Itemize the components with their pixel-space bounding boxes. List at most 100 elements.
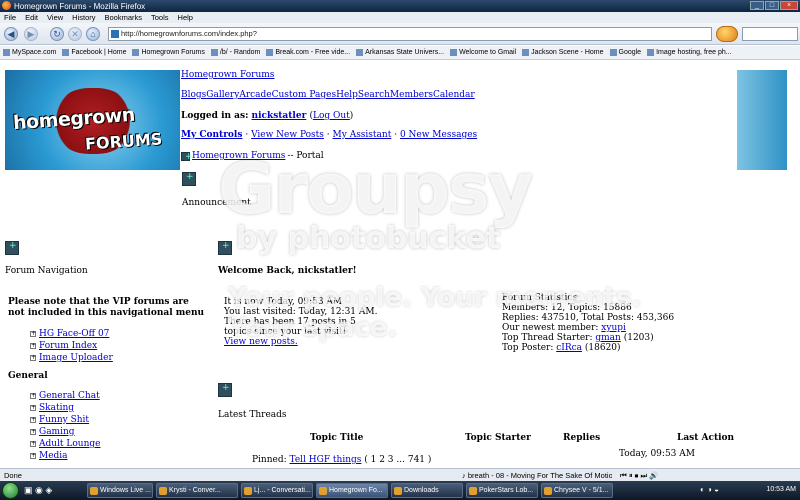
top-poster-link[interactable]: cIRca [556,343,582,353]
toggle-welcome-icon[interactable] [218,241,232,255]
list-item: + Funny Shit [30,415,101,425]
taskbar-item[interactable]: Windows Live ... [87,483,153,498]
link-gallery[interactable]: Gallery [206,90,239,100]
top-starter-link[interactable]: gman [595,333,620,343]
my-controls-link[interactable]: My Controls [181,130,242,140]
logout-link[interactable]: Log Out [313,111,350,121]
list-item: + Image Uploader [30,353,113,363]
forward-arrow-icon[interactable]: ▶ [24,27,38,41]
taskbar-item[interactable]: Krysti - Conver... [156,483,238,498]
logo-text-line2: FORUMS [84,129,163,154]
search-box[interactable] [742,27,798,41]
bookmark-favicon-icon [210,49,218,56]
expand-box-icon: + [30,452,37,459]
bookmark-item[interactable]: Break.com - Free vide... [266,49,350,56]
maximize-button[interactable]: □ [765,1,779,10]
taskbar-item[interactable]: Chrysee V - 5/1... [541,483,613,498]
link-arcade[interactable]: Arcade [239,90,271,100]
stats-replies-total: Replies: 437510, Total Posts: 453,366 [502,313,675,323]
welcome-title: Welcome Back, nickstatler! [218,266,357,276]
taskbar-item[interactable]: Lj... - Conversati... [241,483,313,498]
reload-icon[interactable]: ↻ [50,27,64,41]
site-home-link[interactable]: Homegrown Forums [181,70,274,80]
list-item: + Gaming [30,427,101,437]
menu-bookmarks[interactable]: Bookmarks [105,13,143,22]
page-content: homegrown FORUMS Homegrown Forums BlogsG… [0,61,800,468]
site-logo[interactable]: homegrown FORUMS [5,70,180,170]
system-tray-icons[interactable]: ◐ ◑ ◒ [700,485,719,494]
column-topic-starter: Topic Starter [465,433,531,443]
general-link-gaming[interactable]: Gaming [39,427,75,437]
bookmark-item[interactable]: Image hosting, free ph... [647,49,732,56]
back-arrow-icon[interactable]: ◀ [4,27,18,41]
taskbar-item[interactable]: PokerStars Lob... [466,483,538,498]
minimize-button[interactable]: _ [750,1,764,10]
menu-help[interactable]: Help [178,13,193,22]
current-time-text: It is now Today, 09:53 AM [224,297,343,307]
nav-link-image-uploader[interactable]: Image Uploader [39,353,113,363]
general-link-skating[interactable]: Skating [39,403,74,413]
latest-threads-title: Latest Threads [218,410,287,420]
bookmark-item[interactable]: Jackson Scene - Home [522,49,604,56]
bookmark-item[interactable]: /b/ - Random [210,49,260,56]
nav-link-forum-index[interactable]: Forum Index [39,341,97,351]
menu-tools[interactable]: Tools [151,13,169,22]
media-controls[interactable]: ⏮ ⏸ ⏹ ⏭ 🔊 [620,471,659,481]
thread-link[interactable]: Tell HGF things [290,455,362,465]
toggle-latest-threads-icon[interactable] [218,383,232,397]
go-button-icon[interactable] [716,26,738,42]
bookmark-favicon-icon [450,49,458,56]
general-link-adult-lounge[interactable]: Adult Lounge [39,439,101,449]
site-favicon-icon [111,30,119,38]
url-bar[interactable]: http://homegrownforums.com/index.php? [108,27,712,41]
menu-file[interactable]: File [4,13,16,22]
toggle-forum-nav-icon[interactable] [5,241,19,255]
firefox-icon [2,1,11,10]
bookmark-item[interactable]: MySpace.com [3,49,56,56]
welcome-info: It is now Today, 09:53 AM You last visit… [224,297,377,347]
new-messages-link[interactable]: 0 New Messages [400,130,477,140]
taskbar-item[interactable]: Homegrown Fo... [316,483,388,498]
menu-view[interactable]: View [47,13,63,22]
link-custom-pages[interactable]: Custom Pages [272,90,336,100]
stop-icon[interactable]: ✕ [68,27,82,41]
nav-link-hg-face-off[interactable]: HG Face-Off 07 [39,329,109,339]
bookmark-item[interactable]: Facebook | Home [62,49,126,56]
bookmark-item[interactable]: Google [609,49,641,56]
my-assistant-link[interactable]: My Assistant [333,130,392,140]
bookmark-item[interactable]: Welcome to Gmail [450,49,516,56]
expand-box-icon: + [30,404,37,411]
link-blogs[interactable]: Blogs [181,90,206,100]
start-button-icon[interactable] [2,482,19,499]
taskbar-item[interactable]: Downloads [391,483,463,498]
vip-note: Please note that the VIP forums are not … [8,297,205,318]
view-new-posts-link[interactable]: View New Posts [251,130,324,140]
view-new-posts-link-2[interactable]: View new posts. [224,337,377,347]
column-last-action: Last Action [677,433,735,443]
stats-title: Forum Statistics [502,293,578,303]
bookmark-favicon-icon [647,49,655,56]
toggle-announcement-icon[interactable] [182,172,196,186]
expand-box-icon: + [30,416,37,423]
menu-edit[interactable]: Edit [25,13,38,22]
general-link-general-chat[interactable]: General Chat [39,391,100,401]
taskbar-clock[interactable]: 10:53 AM [766,486,796,493]
bookmark-item[interactable]: Arkansas State Univers... [356,49,444,56]
menu-history[interactable]: History [72,13,95,22]
list-item: + Skating [30,403,101,413]
general-link-funny[interactable]: Funny Shit [39,415,89,425]
link-help[interactable]: Help [336,90,358,100]
username-link[interactable]: nickstatler [252,111,307,121]
home-icon[interactable]: ⌂ [86,27,100,41]
general-link-media[interactable]: Media [39,451,68,461]
newest-member-link[interactable]: xyupi [601,323,626,333]
link-calendar[interactable]: Calendar [433,90,475,100]
posts-count-text-2: topics since your last visit! [224,327,347,337]
expand-box-icon: + [30,342,37,349]
link-members[interactable]: Members [390,90,433,100]
close-button[interactable]: × [780,1,798,10]
bookmark-item[interactable]: Homegrown Forums [132,49,205,56]
link-search[interactable]: Search [358,90,390,100]
breadcrumb-home-link[interactable]: Homegrown Forums [192,151,285,161]
quick-launch-icons[interactable]: ▣ ◉ ◈ [24,485,52,496]
